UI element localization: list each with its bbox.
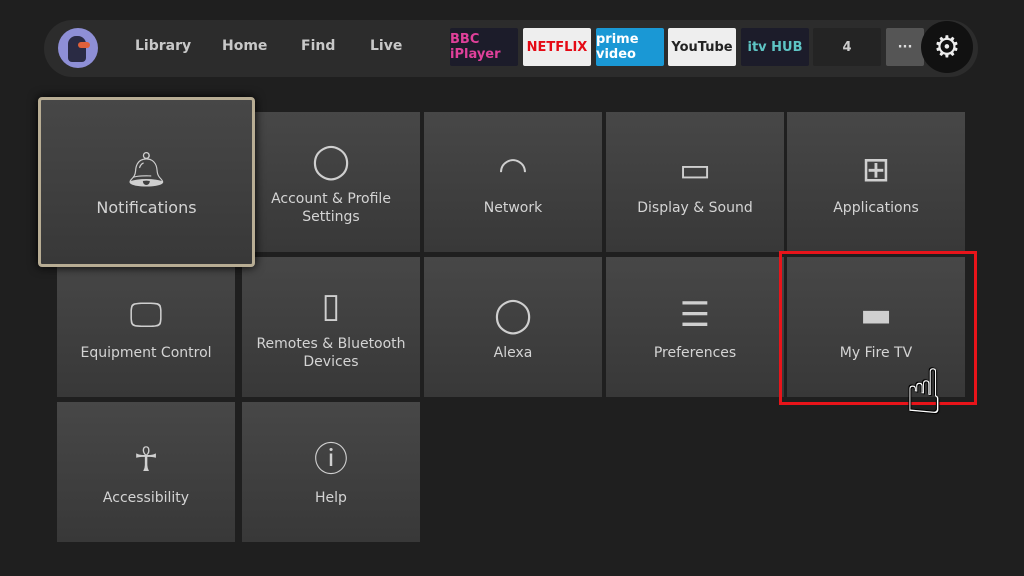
settings-tile[interactable]: ▭ Display & Sound [606, 112, 784, 252]
bell-icon: 🔔︎ [124, 150, 169, 190]
help-icon: ⓘ [314, 440, 348, 480]
tile-label: Preferences [653, 345, 737, 361]
settings-tile[interactable]: ◯ Account & Profile Settings [242, 112, 420, 252]
settings-tile[interactable]: ☥ Accessibility [57, 402, 235, 542]
settings-tile[interactable]: 🖵︎ Equipment Control [57, 257, 235, 397]
settings-tile[interactable]: ◠ Network [424, 112, 602, 252]
tile-label: Remotes & Bluetooth Devices [256, 336, 406, 370]
nav-home[interactable]: Home [222, 38, 267, 54]
app-tile[interactable]: YouTube [668, 28, 736, 66]
remote-icon: ▯ [321, 286, 341, 326]
sliders-icon: ☰ [679, 295, 711, 335]
app-tile[interactable]: BBC iPlayer [450, 28, 518, 66]
profile-avatar[interactable] [58, 28, 98, 68]
app-tile[interactable]: ··· [886, 28, 924, 66]
nav-find[interactable]: Find [301, 38, 335, 54]
nav-library[interactable]: Library [135, 38, 191, 54]
tile-label: Accessibility [102, 490, 190, 506]
tile-label: Alexa [493, 345, 533, 361]
nav-live[interactable]: Live [370, 38, 402, 54]
tile-label: Network [483, 200, 543, 216]
accessibility-icon: ☥ [133, 440, 159, 480]
settings-tile[interactable]: ⓘ Help [242, 402, 420, 542]
settings-gear-icon[interactable]: ⚙ [921, 21, 973, 73]
apps-icon: ⊞ [861, 150, 891, 190]
settings-tile[interactable]: ▯ Remotes & Bluetooth Devices [242, 257, 420, 397]
user-icon: ◯ [311, 141, 351, 181]
equipment-icon: 🖵︎ [129, 295, 163, 335]
app-tile[interactable]: 4 [813, 28, 881, 66]
highlight-box [779, 251, 977, 405]
tile-label: Help [315, 490, 347, 506]
pointing-hand-icon: ☝ [905, 355, 943, 428]
settings-tile[interactable]: ⊞ Applications [787, 112, 965, 252]
alexa-icon: ◯ [493, 295, 533, 335]
tile-label: Notifications [96, 198, 197, 217]
settings-tile[interactable]: ◯ Alexa [424, 257, 602, 397]
settings-tile[interactable]: 🔔︎ Notifications [38, 97, 255, 267]
app-tile[interactable]: itv HUB [741, 28, 809, 66]
tile-label: Display & Sound [637, 200, 753, 216]
tile-label: Applications [833, 200, 919, 216]
settings-tile[interactable]: ☰ Preferences [606, 257, 784, 397]
wifi-icon: ◠ [498, 150, 528, 190]
tile-label: Equipment Control [80, 345, 212, 361]
display-icon: ▭ [678, 150, 712, 190]
tile-label: Account & Profile Settings [271, 191, 391, 225]
app-tile[interactable]: prime video [596, 28, 664, 66]
app-tile[interactable]: NETFLIX [523, 28, 591, 66]
